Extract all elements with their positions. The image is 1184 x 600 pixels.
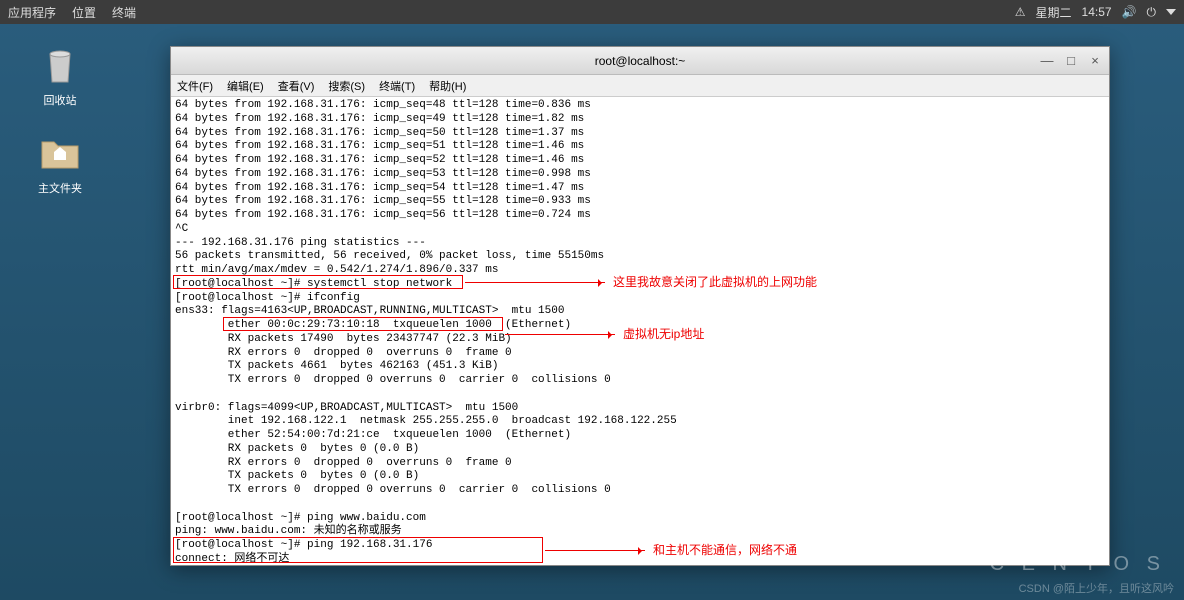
annotation-box-1 bbox=[173, 275, 463, 289]
menu-help[interactable]: 帮助(H) bbox=[429, 78, 466, 94]
minimize-button[interactable]: — bbox=[1039, 53, 1055, 69]
top-panel: 应用程序 位置 终端 ⚠ 星期二 14:57 🔊 ⏻ bbox=[0, 0, 1184, 24]
network-icon[interactable]: ⚠ bbox=[1015, 5, 1026, 19]
maximize-button[interactable]: □ bbox=[1063, 53, 1079, 69]
terminal-window: root@localhost:~ — □ × 文件(F) 编辑(E) 查看(V)… bbox=[170, 46, 1110, 566]
annotation-arrow-3 bbox=[545, 550, 645, 551]
home-folder-desktop[interactable]: 主文件夹 bbox=[20, 128, 100, 196]
annotation-text-2: 虚拟机无ip地址 bbox=[623, 327, 704, 342]
panel-time: 14:57 bbox=[1082, 5, 1112, 19]
close-button[interactable]: × bbox=[1087, 53, 1103, 69]
panel-apps[interactable]: 应用程序 bbox=[8, 4, 56, 21]
window-title: root@localhost:~ bbox=[595, 54, 686, 68]
annotation-text-3: 和主机不能通信，网络不通 bbox=[653, 543, 797, 558]
annotation-box-2 bbox=[223, 317, 503, 331]
home-label: 主文件夹 bbox=[20, 180, 100, 196]
menu-terminal[interactable]: 终端(T) bbox=[379, 78, 415, 94]
annotation-text-1: 这里我故意关闭了此虚拟机的上网功能 bbox=[613, 275, 817, 290]
panel-terminal[interactable]: 终端 bbox=[112, 4, 136, 21]
user-menu-icon[interactable] bbox=[1166, 9, 1176, 15]
menu-file[interactable]: 文件(F) bbox=[177, 78, 213, 94]
trash-label: 回收站 bbox=[20, 92, 100, 108]
power-icon[interactable]: ⏻ bbox=[1147, 5, 1157, 20]
trash-icon-desktop[interactable]: 回收站 bbox=[20, 40, 100, 108]
titlebar[interactable]: root@localhost:~ — □ × bbox=[171, 47, 1109, 75]
panel-day: 星期二 bbox=[1036, 4, 1072, 21]
annotation-arrow-2 bbox=[505, 334, 615, 335]
menu-search[interactable]: 搜索(S) bbox=[328, 78, 365, 94]
menubar: 文件(F) 编辑(E) 查看(V) 搜索(S) 终端(T) 帮助(H) bbox=[171, 75, 1109, 97]
trash-icon bbox=[36, 40, 84, 88]
csdn-watermark: CSDN @陌上少年，且听这风吟 bbox=[1019, 580, 1174, 596]
menu-edit[interactable]: 编辑(E) bbox=[227, 78, 264, 94]
centos-watermark: C E N T O S bbox=[990, 553, 1166, 576]
volume-icon[interactable]: 🔊 bbox=[1122, 5, 1137, 19]
menu-view[interactable]: 查看(V) bbox=[278, 78, 315, 94]
folder-icon bbox=[36, 128, 84, 176]
panel-places[interactable]: 位置 bbox=[72, 4, 96, 21]
terminal-body[interactable]: 64 bytes from 192.168.31.176: icmp_seq=4… bbox=[171, 97, 1109, 565]
annotation-arrow-1 bbox=[465, 282, 605, 283]
annotation-box-3 bbox=[173, 537, 543, 563]
